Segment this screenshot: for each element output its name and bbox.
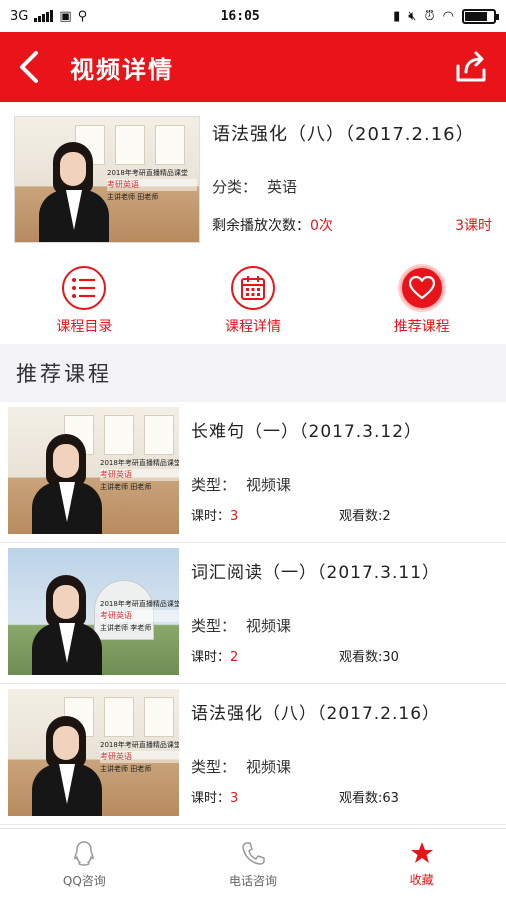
tab-recommended[interactable]: 推荐课程 bbox=[362, 266, 482, 336]
section-title: 推荐课程 bbox=[0, 344, 506, 402]
share-icon[interactable] bbox=[454, 50, 488, 84]
phone-icon bbox=[242, 842, 265, 865]
network-label: 3G bbox=[10, 8, 29, 24]
bottom-nav: QQ咨询 电话咨询 收藏 bbox=[0, 828, 506, 900]
list-item[interactable]: 2018年考研直播精品课堂 考研英语 主讲老师 田老师 语法强化（八）（2017.2… bbox=[0, 684, 506, 825]
item-meta: 课时：2 观看数:30 bbox=[191, 650, 399, 665]
item-hours: 3 bbox=[230, 509, 239, 524]
course-remaining: 剩余播放次数：0次 3课时 bbox=[212, 215, 492, 235]
nav-label: QQ咨询 bbox=[62, 874, 106, 888]
item-info: 长难句（一）（2017.3.12） 类型： 视频课 课时：3 观看数:2 bbox=[191, 407, 498, 537]
thumbnail-caption: 2018年考研直播精品课堂 考研英语 主讲老师 李老师 bbox=[100, 598, 179, 634]
item-meta: 课时：3 观看数:63 bbox=[191, 791, 399, 806]
remaining-count: 0次 bbox=[310, 218, 333, 234]
qq-icon bbox=[74, 841, 95, 866]
item-title: 长难句（一）（2017.3.12） bbox=[191, 422, 423, 442]
heart-icon bbox=[399, 266, 444, 310]
app-header: 视频详情 bbox=[0, 32, 506, 102]
page-title: 视频详情 bbox=[70, 55, 174, 84]
tab-label: 课程详情 bbox=[224, 319, 281, 335]
item-hours: 3 bbox=[230, 791, 239, 806]
course-thumbnail: 2018年考研直播精品课堂 考研英语 主讲老师 田老师 bbox=[8, 689, 179, 816]
item-info: 语法强化（八）（2017.2.16） 类型： 视频课 课时：3 观看数:63 bbox=[191, 689, 498, 819]
item-meta: 课时：3 观看数:2 bbox=[191, 509, 391, 524]
clock: 16:05 bbox=[220, 8, 260, 24]
teacher-photo bbox=[32, 434, 102, 534]
course-tabs: 课程目录 课程详情 推荐课程 bbox=[0, 242, 506, 344]
item-views: 2 bbox=[382, 509, 391, 524]
course-category: 分类： 英语 bbox=[212, 178, 298, 196]
sim-icon: ▮ bbox=[393, 8, 401, 24]
list-item[interactable]: 2018年考研直播精品课堂 考研英语 主讲老师 田老师 长难句（一）（2017.3.… bbox=[0, 402, 506, 543]
course-title: 语法强化（八）（2017.2.16） bbox=[212, 124, 475, 145]
item-type: 类型： 视频课 bbox=[191, 617, 292, 635]
nav-label: 电话咨询 bbox=[229, 874, 278, 888]
signal-icon bbox=[34, 10, 54, 22]
back-arrow-icon[interactable] bbox=[18, 47, 54, 87]
teacher-photo bbox=[32, 716, 102, 816]
list-icon bbox=[62, 266, 107, 310]
tab-label: 推荐课程 bbox=[393, 319, 450, 335]
nav-phone-consult[interactable]: 电话咨询 bbox=[169, 829, 338, 900]
battery-icon bbox=[461, 8, 499, 24]
item-title: 语法强化（八）（2017.2.16） bbox=[191, 704, 441, 724]
calendar-icon bbox=[230, 266, 275, 310]
course-info: 语法强化（八）（2017.2.16） 分类： 英语 剩余播放次数：0次 3课时 bbox=[212, 116, 492, 242]
item-type: 类型： 视频课 bbox=[191, 758, 292, 776]
tab-course-detail[interactable]: 课程详情 bbox=[193, 266, 313, 336]
thumbnail-caption: 2018年考研直播精品课堂 考研英语 主讲老师 田老师 bbox=[107, 167, 197, 203]
recommended-list: 2018年考研直播精品课堂 考研英语 主讲老师 田老师 长难句（一）（2017.3.… bbox=[0, 402, 506, 825]
nav-label: 收藏 bbox=[409, 873, 434, 887]
course-hours: 3课时 bbox=[455, 218, 492, 234]
tab-label: 课程目录 bbox=[56, 319, 113, 335]
thumbnail-caption: 2018年考研直播精品课堂 考研英语 主讲老师 田老师 bbox=[100, 457, 179, 493]
course-thumbnail: 2018年考研直播精品课堂 考研英语 主讲老师 李老师 bbox=[8, 548, 179, 675]
nav-qq-consult[interactable]: QQ咨询 bbox=[0, 829, 169, 900]
alarm-icon: ⏰︎ bbox=[424, 8, 435, 24]
course-thumbnail: 2018年考研直播精品课堂 考研英语 主讲老师 田老师 bbox=[8, 407, 179, 534]
thumbnail-caption: 2018年考研直播精品课堂 考研英语 主讲老师 田老师 bbox=[100, 739, 179, 775]
item-info: 词汇阅读（一）（2017.3.11） 类型： 视频课 课时：2 观看数:30 bbox=[191, 548, 498, 678]
star-icon bbox=[410, 842, 433, 863]
teacher-photo bbox=[32, 575, 102, 675]
nav-favorite[interactable]: 收藏 bbox=[337, 829, 506, 900]
item-hours: 2 bbox=[230, 650, 239, 665]
tab-course-catalog[interactable]: 课程目录 bbox=[24, 266, 144, 336]
usb-icon: ⚲ bbox=[77, 8, 88, 24]
status-bar: 3G ▣ ⚲ 16:05 ▮ 🔇︎ ⏰︎ ◠ bbox=[0, 0, 506, 32]
course-summary: 2018年考研直播精品课堂 考研英语 主讲老师 田老师 语法强化（八）（2017… bbox=[0, 102, 506, 243]
wifi-icon: ◠ bbox=[442, 8, 454, 24]
course-thumbnail[interactable]: 2018年考研直播精品课堂 考研英语 主讲老师 田老师 bbox=[14, 116, 200, 243]
item-views: 30 bbox=[382, 650, 399, 665]
list-item[interactable]: 2018年考研直播精品课堂 考研英语 主讲老师 李老师 词汇阅读（一）（2017.3… bbox=[0, 543, 506, 684]
item-title: 词汇阅读（一）（2017.3.11） bbox=[191, 563, 441, 583]
teacher-photo bbox=[39, 142, 109, 242]
item-views: 63 bbox=[382, 791, 399, 806]
item-type: 类型： 视频课 bbox=[191, 476, 292, 494]
notification-icon: ▣ bbox=[59, 8, 72, 24]
mute-icon: 🔇︎ bbox=[408, 8, 417, 24]
